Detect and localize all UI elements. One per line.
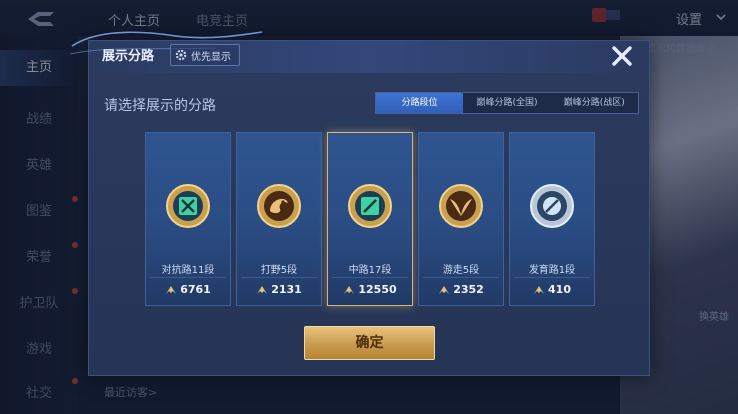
tab-peak-national[interactable]: 巅峰分路(全国) bbox=[463, 93, 550, 113]
divider bbox=[514, 277, 590, 278]
lane-name: 对抗路11段 bbox=[161, 265, 215, 276]
divider bbox=[332, 277, 408, 278]
lane-score: 6761 bbox=[180, 283, 211, 296]
lane-card-top[interactable]: 对抗路11段 6761 bbox=[145, 132, 231, 306]
score-row: 410 bbox=[510, 283, 594, 296]
mid-lane-rank-icon bbox=[348, 184, 392, 228]
divider bbox=[423, 277, 499, 278]
dialog-title: 展示分路 bbox=[102, 49, 155, 64]
priority-label: 优先显示 bbox=[191, 51, 231, 63]
roam-rank-icon bbox=[439, 184, 483, 228]
confirm-button[interactable]: 确定 bbox=[304, 326, 435, 360]
bottom-lane-rank-icon bbox=[530, 184, 574, 228]
jungle-rank-icon bbox=[257, 184, 301, 228]
gear-icon bbox=[175, 49, 187, 61]
close-icon[interactable] bbox=[608, 42, 636, 70]
lane-name: 打野5段 bbox=[260, 265, 298, 276]
tab-peak-region[interactable]: 巅峰分路(战区) bbox=[551, 93, 638, 113]
lane-card-roam[interactable]: 游走5段 2352 bbox=[418, 132, 504, 306]
top-lane-rank-icon bbox=[166, 184, 210, 228]
lane-score: 12550 bbox=[358, 283, 397, 296]
lane-card-bottom[interactable]: 发育路1段 410 bbox=[509, 132, 595, 306]
lane-name: 中路17段 bbox=[348, 265, 392, 276]
lane-score: 2352 bbox=[453, 283, 484, 296]
lane-card-jungle[interactable]: 打野5段 2131 bbox=[236, 132, 322, 306]
lane-mode-tabs: 分路段位 巅峰分路(全国) 巅峰分路(战区) bbox=[375, 92, 639, 114]
priority-display-button[interactable]: 优先显示 bbox=[170, 44, 240, 66]
peak-points-icon bbox=[166, 285, 177, 294]
peak-points-icon bbox=[257, 285, 268, 294]
score-row: 6761 bbox=[146, 283, 230, 296]
lane-score: 410 bbox=[548, 283, 571, 296]
peak-points-icon bbox=[534, 285, 545, 294]
score-row: 2131 bbox=[237, 283, 321, 296]
lane-score: 2131 bbox=[271, 283, 302, 296]
lane-name: 发育路1段 bbox=[528, 265, 576, 276]
peak-points-icon bbox=[439, 285, 450, 294]
score-row: 12550 bbox=[328, 283, 412, 296]
lane-card-mid[interactable]: 中路17段 12550 bbox=[327, 132, 413, 306]
divider bbox=[241, 277, 317, 278]
tab-lane-rank[interactable]: 分路段位 bbox=[376, 93, 464, 113]
lane-name: 游走5段 bbox=[442, 265, 480, 276]
score-row: 2352 bbox=[419, 283, 503, 296]
peak-points-icon bbox=[344, 285, 355, 294]
divider bbox=[150, 277, 226, 278]
selection-prompt: 请选择展示的分路 bbox=[104, 98, 216, 114]
